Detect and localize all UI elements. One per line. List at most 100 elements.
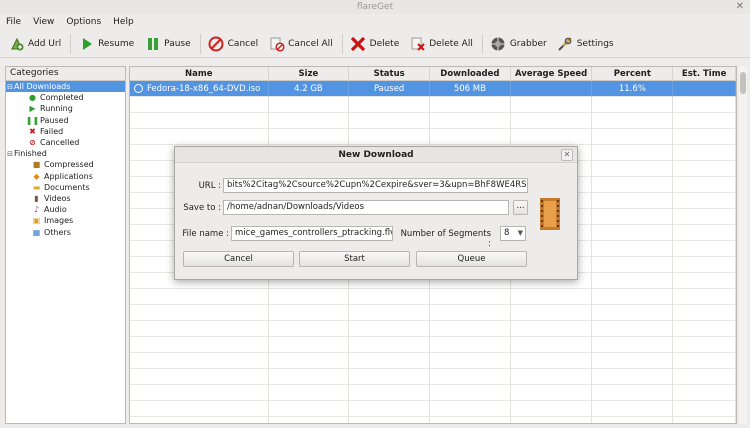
menu-file[interactable]: File — [6, 17, 21, 27]
empty-cell — [130, 369, 269, 385]
film-icon: ▮ — [34, 193, 39, 203]
category-compressed[interactable]: ■ Compressed — [6, 159, 125, 170]
table-header: Name Size Status Downloaded Average Spee… — [130, 67, 736, 81]
empty-cell — [349, 401, 431, 417]
resume-button[interactable]: Resume — [74, 32, 138, 56]
empty-cell — [349, 289, 431, 305]
add-url-button[interactable]: Add Url — [4, 32, 65, 56]
category-running[interactable]: ▶ Running — [6, 103, 125, 114]
collapse-arrow-icon[interactable]: ⊟ — [6, 150, 14, 158]
start-button[interactable]: Start — [299, 251, 410, 267]
delete-all-button[interactable]: Delete All — [405, 32, 477, 56]
category-finished[interactable]: ⊟ Finished — [6, 148, 125, 159]
category-applications[interactable]: ◆ Applications — [6, 171, 125, 182]
column-header-percent[interactable]: Percent — [592, 67, 674, 80]
cancel-label: Cancel — [227, 38, 259, 49]
empty-cell — [430, 401, 511, 417]
resume-label: Resume — [98, 38, 135, 49]
empty-cell — [673, 193, 736, 209]
empty-cell — [430, 369, 511, 385]
window-title: flareGet — [356, 2, 394, 12]
vertical-scrollbar[interactable] — [739, 66, 747, 424]
scrollbar-thumb[interactable] — [740, 72, 746, 94]
disc-icon — [134, 84, 143, 93]
category-completed[interactable]: ● Completed — [6, 92, 125, 103]
browse-button[interactable]: ... — [513, 200, 528, 215]
empty-cell — [268, 337, 350, 353]
category-paused[interactable]: ❚❚ Paused — [6, 115, 125, 126]
save-to-label: Save to : — [183, 203, 221, 213]
column-header-downloaded[interactable]: Downloaded — [430, 67, 511, 80]
empty-cell — [510, 353, 593, 369]
settings-button[interactable]: Settings — [553, 32, 618, 56]
x-icon: ✖ — [29, 126, 36, 136]
empty-cell — [268, 369, 350, 385]
empty-cell — [430, 305, 511, 321]
category-others[interactable]: ▦ Others — [6, 226, 125, 237]
toolbar-separator — [341, 33, 343, 54]
dialog-title: New Download — [175, 147, 577, 163]
empty-cell — [592, 177, 674, 193]
category-audio[interactable]: ♪ Audio — [6, 204, 125, 215]
empty-cell — [673, 353, 736, 369]
column-header-name[interactable]: Name — [130, 67, 269, 80]
menu-view[interactable]: View — [33, 17, 54, 27]
empty-cell — [592, 337, 674, 353]
pause-button[interactable]: Pause — [140, 32, 194, 56]
segments-select[interactable]: 8 ▼ — [500, 226, 526, 241]
menu-options[interactable]: Options — [66, 17, 101, 27]
column-header-est-time[interactable]: Est. Time — [673, 67, 736, 80]
delete-button[interactable]: Delete — [346, 32, 404, 56]
save-to-input[interactable]: /home/adnan/Downloads/Videos — [223, 200, 509, 215]
empty-cell — [268, 113, 350, 129]
cell-average-speed — [510, 81, 593, 97]
window-close-icon[interactable]: ✕ — [736, 0, 744, 14]
column-header-size[interactable]: Size — [269, 67, 350, 80]
category-label: Paused — [40, 115, 69, 125]
empty-cell — [592, 369, 674, 385]
category-failed[interactable]: ✖ Failed — [6, 126, 125, 137]
settings-icon — [557, 35, 574, 52]
empty-cell — [592, 321, 674, 337]
empty-table-row — [130, 417, 736, 423]
cancel-all-icon — [268, 35, 285, 52]
menu-help[interactable]: Help — [113, 17, 134, 27]
file-name-input[interactable]: mice_games_controllers_ptracking.flv — [231, 226, 393, 241]
category-cancelled[interactable]: ⊘ Cancelled — [6, 137, 125, 148]
empty-cell — [130, 321, 269, 337]
dialog-close-icon[interactable]: ✕ — [561, 149, 573, 161]
empty-cell — [130, 305, 269, 321]
empty-cell — [130, 401, 269, 417]
category-documents[interactable]: ▬ Documents — [6, 182, 125, 193]
grabber-button[interactable]: Grabber — [486, 32, 551, 56]
empty-cell — [673, 337, 736, 353]
empty-cell — [673, 369, 736, 385]
empty-cell — [349, 369, 431, 385]
table-row[interactable]: Fedora-18-x86_64-DVD.iso 4.2 GB Paused 5… — [130, 81, 736, 97]
delete-label: Delete — [369, 38, 400, 49]
column-header-status[interactable]: Status — [349, 67, 431, 80]
category-images[interactable]: ▣ Images — [6, 215, 125, 226]
url-input[interactable]: bits%2Citag%2Csource%2Cupn%2Cexpire&sver… — [223, 178, 528, 193]
cancel-all-label: Cancel All — [288, 38, 333, 49]
empty-cell — [430, 337, 511, 353]
cancel-all-button[interactable]: Cancel All — [264, 32, 337, 56]
column-header-average-speed[interactable]: Average Speed — [511, 67, 593, 80]
category-label: All Downloads — [14, 82, 71, 92]
empty-cell — [268, 385, 350, 401]
cancel-button[interactable]: Cancel — [183, 251, 294, 267]
category-videos[interactable]: ▮ Videos — [6, 193, 125, 204]
cell-size: 4.2 GB — [268, 81, 350, 97]
empty-cell — [673, 321, 736, 337]
toolbar-separator — [199, 33, 201, 54]
video-file-icon — [540, 198, 560, 230]
empty-cell — [349, 417, 431, 423]
empty-cell — [673, 401, 736, 417]
queue-button[interactable]: Queue — [416, 251, 527, 267]
cancel-button[interactable]: Cancel — [204, 32, 263, 56]
empty-cell — [510, 337, 593, 353]
empty-table-row — [130, 321, 736, 337]
empty-cell — [673, 113, 736, 129]
category-all-downloads[interactable]: ⊟ All Downloads — [6, 81, 125, 93]
collapse-arrow-icon[interactable]: ⊟ — [6, 83, 14, 91]
